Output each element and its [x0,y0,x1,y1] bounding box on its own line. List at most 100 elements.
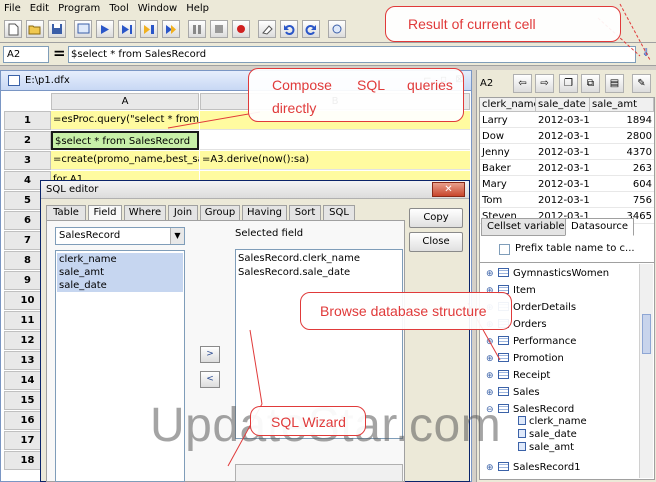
row-header[interactable]: 2 [4,131,51,150]
cell-b[interactable] [200,131,470,150]
close-button[interactable]: Close [409,232,463,252]
formula-input[interactable]: $select * from SalesRecord [68,46,636,63]
tab-cellset-variable[interactable]: Cellset variable [481,218,571,236]
tab-sql[interactable]: SQL [323,205,355,221]
open-folder-icon[interactable] [26,20,44,38]
cell-a[interactable]: $select * from SalesRecord [51,131,199,150]
collapsed-icon[interactable]: ⊕ [486,460,495,477]
row-header[interactable]: 1 [4,111,51,130]
field-item[interactable]: sale_date [57,279,183,292]
tab-having[interactable]: Having [242,205,287,221]
redo-icon[interactable] [302,20,320,38]
collapsed-icon[interactable]: ⊕ [486,334,495,351]
settings-icon[interactable] [328,20,346,38]
export-icon[interactable]: ▤ [605,74,624,93]
menu-edit[interactable]: Edit [30,3,49,14]
field-item[interactable]: sale_amt [57,266,183,279]
result-cell[interactable]: Jenny [480,145,536,160]
tree-table-label: Performance [513,336,577,347]
collapsed-icon[interactable]: ⊕ [486,351,495,368]
menu-window[interactable]: Window [138,3,177,14]
table-select[interactable]: SalesRecord ▼ [55,227,185,245]
result-cell[interactable]: Larry [480,113,536,128]
result-cell[interactable]: 2012-03-17 [536,161,590,176]
chevron-down-icon[interactable]: ▼ [170,228,184,244]
result-cell[interactable]: Tom [480,193,536,208]
result-cell[interactable]: 2800 [590,129,654,144]
tree-scrollbar[interactable] [639,264,653,478]
menu-tool[interactable]: Tool [109,3,128,14]
result-cell[interactable]: 1894 [590,113,654,128]
tree-table-node[interactable]: ⊕ SalesRecord1 [486,459,581,476]
callout-compose-word1: Compose [272,77,332,93]
result-cell[interactable]: 2012-03-17 [536,129,590,144]
column-header-a[interactable]: A [51,93,199,110]
selected-field-item[interactable]: SalesRecord.sale_date [238,266,402,280]
field-item[interactable]: clerk_name [57,253,183,266]
step-icon[interactable] [140,20,158,38]
sql-editor-title: SQL editor [46,184,99,195]
result-cell[interactable]: 4370 [590,145,654,160]
result-cell[interactable]: 604 [590,177,654,192]
new-file-icon[interactable] [4,20,22,38]
copy-button[interactable]: Copy [409,208,463,228]
cell-a[interactable]: =create(promo_name,best_sale) [51,151,199,170]
undo-icon[interactable] [280,20,298,38]
run-to-icon[interactable] [118,20,136,38]
step-over-icon[interactable] [162,20,180,38]
save-icon[interactable] [48,20,66,38]
copy-data-icon[interactable]: ⧉ [581,74,600,93]
tab-where[interactable]: Where [124,205,166,221]
tab-table[interactable]: Table [46,205,86,221]
pause-icon[interactable] [188,20,206,38]
copy-value-icon[interactable]: ❐ [559,74,578,93]
menu-help[interactable]: Help [186,3,209,14]
prefix-checkbox[interactable] [499,244,510,255]
result-column-header[interactable]: clerk_name [480,98,536,112]
collapsed-icon[interactable]: ⊕ [486,266,495,283]
remove-field-button[interactable]: < [200,371,220,388]
tree-table-node[interactable]: ⊕ Performance [486,333,576,350]
breakpoint-icon[interactable] [232,20,250,38]
result-cell[interactable]: 263 [590,161,654,176]
cell-a[interactable]: =esProc.query("select * from Promotion") [51,111,199,130]
back-icon[interactable]: ⇦ [513,74,532,93]
result-cell[interactable]: 2012-03-17 [536,113,590,128]
result-cell[interactable]: 2012-03-17 [536,145,590,160]
cell-reference-field[interactable]: A2 [3,46,49,63]
tab-datasource[interactable]: Datasource [565,218,635,236]
clear-icon[interactable] [258,20,276,38]
tree-table-node[interactable]: ⊕ Promotion [486,350,564,367]
menu-program[interactable]: Program [58,3,100,14]
forward-icon[interactable]: ⇨ [535,74,554,93]
selected-field-item[interactable]: SalesRecord.clerk_name [238,252,402,266]
close-icon[interactable]: ✕ [432,182,465,197]
cell-b[interactable]: =A3.derive(now():sa) [200,151,470,170]
cellset-title: E:\p1.dfx [25,75,70,86]
tab-field[interactable]: Field [88,205,122,221]
result-column-header[interactable]: sale_amt [590,98,654,112]
tab-sort[interactable]: Sort [289,205,321,221]
result-cell[interactable]: Mary [480,177,536,192]
menu-file[interactable]: File [4,3,21,14]
collapsed-icon[interactable]: ⊕ [486,368,495,385]
run-icon[interactable] [96,20,114,38]
tree-table-node[interactable]: ⊕ Receipt [486,367,550,384]
debug-icon[interactable] [74,20,92,38]
result-cell[interactable]: 2012-03-17 [536,177,590,192]
add-field-button[interactable]: > [200,346,220,363]
tree-scroll-thumb[interactable] [642,314,651,354]
result-cell[interactable]: Dow [480,129,536,144]
field-expression-box[interactable] [235,464,403,482]
expand-formula-icon[interactable]: ⇓ [639,46,653,63]
result-cell[interactable]: Baker [480,161,536,176]
result-column-header[interactable]: sale_date [536,98,590,112]
row-header[interactable]: 3 [4,151,51,170]
tab-join[interactable]: Join [168,205,198,221]
result-cell[interactable]: 756 [590,193,654,208]
result-cell[interactable]: 2012-03-17 [536,193,590,208]
tree-table-node[interactable]: ⊕ GymnasticsWomen [486,265,609,282]
tab-group[interactable]: Group [200,205,240,221]
pin-icon[interactable]: ✎ [632,74,651,93]
stop-icon[interactable] [210,20,228,38]
